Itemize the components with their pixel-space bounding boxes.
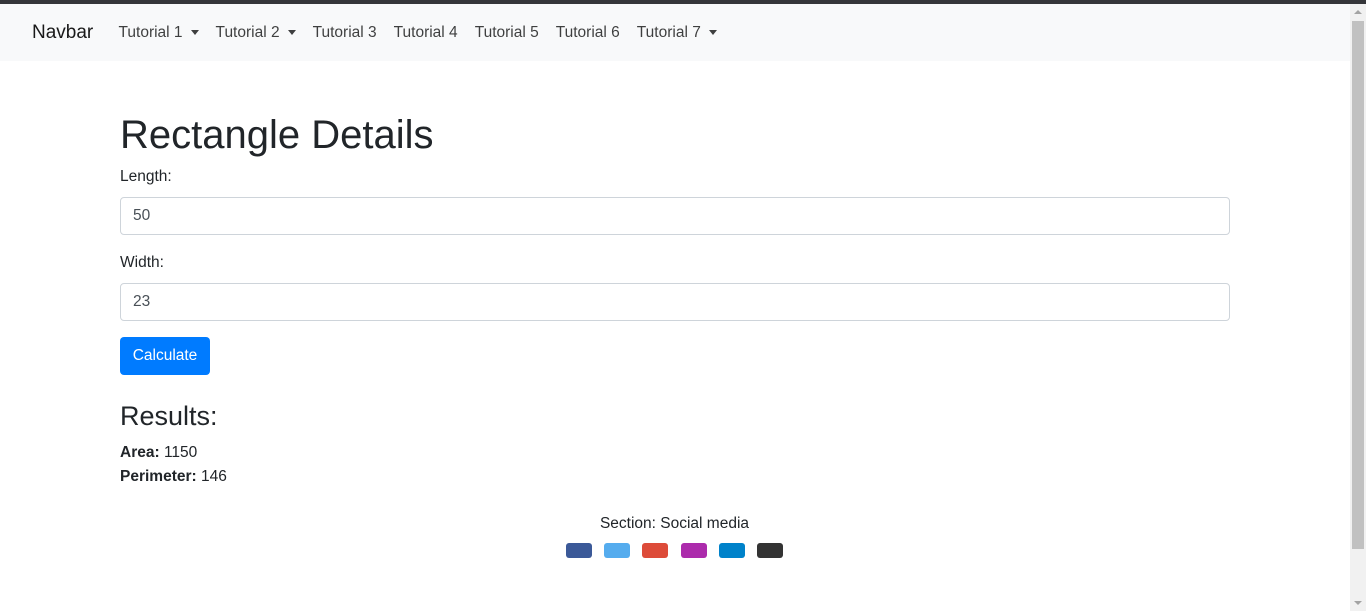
area-label: Area: [120, 444, 160, 461]
scroll-down-arrow-icon[interactable] [1354, 601, 1362, 605]
nav-item-label: Tutorial 3 [312, 23, 377, 41]
instagram-icon[interactable] [681, 543, 707, 558]
google-icon[interactable] [642, 543, 668, 558]
scroll-up-arrow-icon[interactable] [1354, 10, 1362, 14]
nav-item-tutorial-5[interactable]: Tutorial 5 [466, 24, 547, 42]
vertical-scrollbar[interactable] [1350, 4, 1366, 611]
nav-item-tutorial-6[interactable]: Tutorial 6 [547, 24, 628, 42]
area-value: 1150 [163, 444, 198, 461]
nav-item-tutorial-7[interactable]: Tutorial 7 [628, 24, 725, 42]
length-input[interactable]: 50 [120, 197, 1230, 235]
page-title: Rectangle Details [120, 113, 434, 157]
navbar-brand[interactable]: Navbar [32, 22, 93, 44]
nav-item-label: Tutorial 2 [215, 23, 280, 41]
scrollbar-thumb[interactable] [1352, 21, 1364, 549]
nav-item-label: Tutorial 5 [474, 23, 539, 41]
results-heading: Results: [120, 401, 218, 431]
caret-down-icon [190, 30, 199, 35]
nav-item-label: Tutorial 6 [555, 23, 620, 41]
footer-section-label: Section: Social media [599, 515, 750, 532]
nav-item-tutorial-1[interactable]: Tutorial 1 [110, 24, 207, 42]
nav-item-label: Tutorial 7 [636, 23, 701, 41]
facebook-icon[interactable] [566, 543, 592, 558]
calculate-button[interactable]: Calculate [120, 337, 210, 375]
perimeter-result: Perimeter: 146 [120, 468, 227, 486]
navbar: Navbar Tutorial 1 Tutorial 2 Tutorial 3 … [0, 4, 1350, 61]
nav-item-label: Tutorial 1 [118, 23, 183, 41]
linkedin-icon[interactable] [719, 543, 745, 558]
width-input-value: 23 [133, 293, 151, 310]
github-icon[interactable] [757, 543, 783, 558]
nav-item-tutorial-3[interactable]: Tutorial 3 [304, 24, 385, 42]
length-label: Length: [120, 168, 172, 185]
nav-item-tutorial-2[interactable]: Tutorial 2 [207, 24, 304, 42]
nav-items: Tutorial 1 Tutorial 2 Tutorial 3 Tutoria… [110, 4, 725, 61]
area-result: Area: 1150 [120, 444, 197, 462]
perimeter-label: Perimeter: [120, 468, 197, 485]
length-input-value: 50 [133, 207, 151, 224]
twitter-icon[interactable] [604, 543, 630, 558]
caret-down-icon [287, 30, 296, 35]
width-input[interactable]: 23 [120, 283, 1230, 321]
width-label: Width: [120, 254, 164, 271]
perimeter-value: 146 [201, 468, 227, 485]
nav-item-label: Tutorial 4 [393, 23, 458, 41]
nav-item-tutorial-4[interactable]: Tutorial 4 [385, 24, 466, 42]
caret-down-icon [708, 30, 717, 35]
